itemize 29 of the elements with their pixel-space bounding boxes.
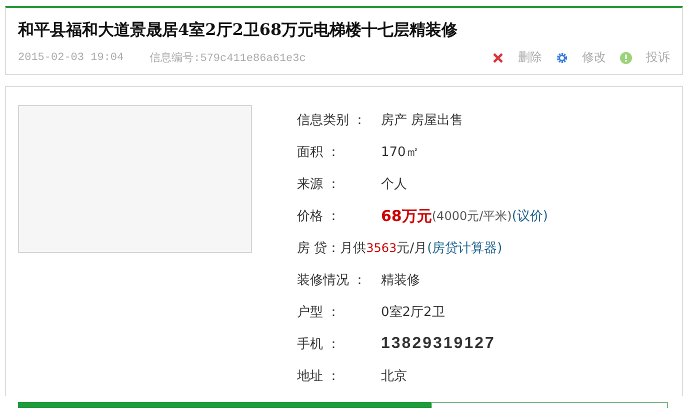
field-label: 地址 ：	[297, 368, 342, 385]
info-id: 信息编号:579c411e86a61e3c	[150, 51, 306, 65]
delete-link[interactable]: 删除	[492, 49, 542, 66]
edit-link[interactable]: 修改	[556, 49, 606, 66]
field-value: 170㎡	[381, 144, 419, 161]
field-value: 个人	[381, 176, 407, 193]
field-value: 房产 房屋出售	[381, 112, 464, 129]
phone-number: 13829319127	[381, 335, 496, 353]
field-label: 房 贷：	[297, 240, 340, 257]
field-label: 户型 ：	[297, 304, 342, 321]
post-time: 2015-02-03 19:04	[18, 52, 124, 64]
price-value: 68万元	[381, 206, 432, 226]
field-label: 信息类别 ：	[297, 112, 368, 129]
listing-title: 和平县福和大道景晟居4室2厅2卫68万元电梯楼十七层精装修	[18, 20, 459, 41]
report-link[interactable]: 投诉	[620, 49, 670, 66]
field-value: 精装修	[381, 272, 420, 289]
loan-prefix: 月供	[340, 240, 366, 257]
monthly-payment: 3563	[366, 241, 397, 255]
field-label: 价格 ：	[297, 208, 342, 225]
negotiate-link[interactable]: (议价)	[512, 207, 548, 225]
field-label: 装修情况 ：	[297, 272, 368, 289]
field-value: 北京	[381, 368, 407, 385]
unit-price: (4000元/平米)	[432, 208, 512, 224]
field-label: 手机 ：	[297, 336, 342, 353]
loan-calculator-link[interactable]: (房贷计算器)	[427, 239, 502, 257]
field-value: 0室2厅2卫	[381, 304, 445, 321]
field-label: 面积 ：	[297, 144, 342, 161]
field-label: 来源 ：	[297, 176, 342, 193]
loan-unit: 元/月	[396, 240, 428, 257]
